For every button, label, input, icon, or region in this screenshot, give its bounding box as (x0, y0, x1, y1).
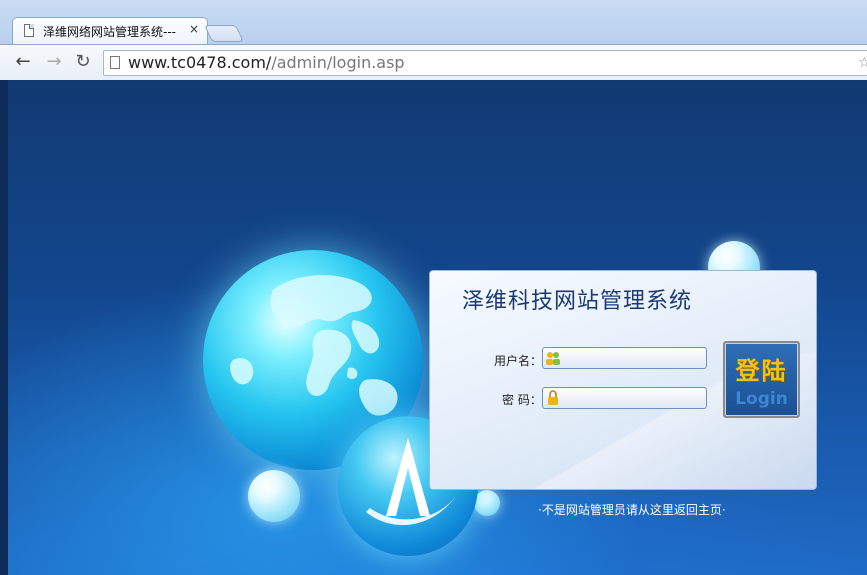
return-home-link[interactable]: ·不是网站管理员请从这里返回主页· (538, 501, 726, 518)
page-title: 泽维科技网站管理系统 (462, 289, 693, 314)
url-host: www.tc0478.com/ (128, 53, 272, 72)
back-icon[interactable]: ← (12, 51, 34, 73)
login-button[interactable]: 登陆 Login (723, 341, 800, 418)
password-label: 密 码： (502, 393, 542, 407)
browser-chrome: 泽维网络网站管理系统--- × ← → ↻ www.tc0478.com//ad… (0, 0, 867, 80)
tab-close-icon[interactable]: × (189, 22, 199, 36)
bookmark-star-icon[interactable]: ☆ (858, 55, 867, 71)
small-bubble-left (248, 470, 300, 522)
window-left-edge (0, 80, 8, 575)
url-text: www.tc0478.com//admin/login.asp (128, 53, 405, 72)
username-input[interactable] (563, 349, 707, 369)
login-button-sublabel: Login (735, 389, 788, 409)
page-icon (24, 24, 34, 37)
tab-title: 泽维网络网站管理系统--- (43, 25, 176, 39)
username-field[interactable] (542, 347, 707, 369)
login-panel: 泽维科技网站管理系统 用户名： 密 码： 登陆 Login (429, 270, 817, 490)
tab-strip: 泽维网络网站管理系统--- × (0, 0, 867, 44)
reload-icon[interactable]: ↻ (72, 51, 94, 73)
password-input[interactable] (563, 389, 707, 409)
user-icon (546, 352, 560, 365)
login-button-label: 登陆 (735, 357, 788, 385)
password-field[interactable] (542, 387, 707, 409)
new-tab-button[interactable] (204, 25, 244, 42)
page-icon (110, 56, 120, 69)
forward-icon[interactable]: → (43, 51, 65, 73)
browser-toolbar: ← → ↻ www.tc0478.com//admin/login.asp ☆ (0, 44, 867, 80)
address-bar[interactable]: www.tc0478.com//admin/login.asp (103, 50, 867, 76)
username-label: 用户名： (494, 354, 543, 368)
url-path: /admin/login.asp (271, 53, 405, 72)
lock-icon (548, 390, 558, 405)
browser-tab[interactable]: 泽维网络网站管理系统--- × (12, 17, 208, 44)
login-page: 泽维科技网站管理系统 用户名： 密 码： 登陆 Login ·不是网站管理员请从… (8, 80, 867, 575)
